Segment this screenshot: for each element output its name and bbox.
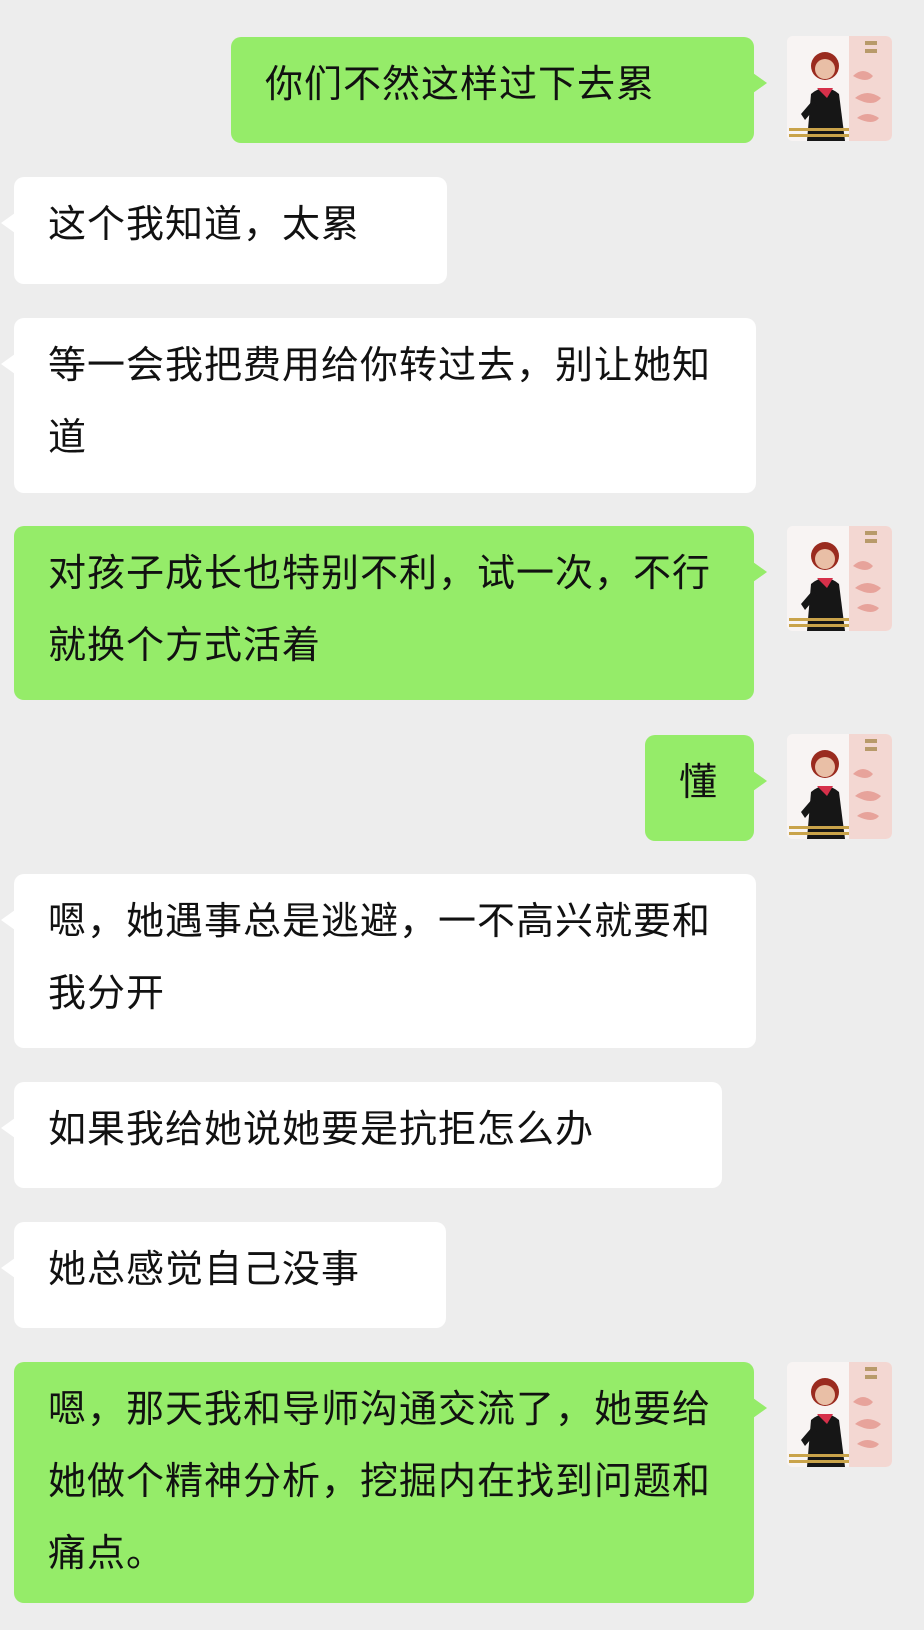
- message-bubble-received[interactable]: 这个我知道，太累: [1, 177, 447, 284]
- message-bubble-received[interactable]: 嗯，她遇事总是逃避，一不高兴就要和我分开: [1, 874, 756, 1048]
- user-avatar[interactable]: [787, 526, 892, 631]
- avatar-photo-icon: [787, 36, 892, 141]
- message-bubble-sent[interactable]: 对孩子成长也特别不利，试一次，不行就换个方式活着: [14, 526, 767, 700]
- avatar-photo-icon: [787, 526, 892, 631]
- avatar-photo-icon: [787, 734, 892, 839]
- avatar-photo-icon: [787, 1362, 892, 1467]
- message-bubble-received[interactable]: 等一会我把费用给你转过去，别让她知道: [1, 318, 756, 493]
- message-bubble-received[interactable]: 她总感觉自己没事: [1, 1222, 446, 1328]
- message-bubble-sent[interactable]: 懂: [645, 735, 767, 841]
- user-avatar[interactable]: [787, 734, 892, 839]
- message-bubble-received[interactable]: 如果我给她说她要是抗拒怎么办: [1, 1082, 722, 1188]
- message-bubble-sent[interactable]: 嗯，那天我和导师沟通交流了，她要给她做个精神分析，挖掘内在找到问题和痛点。: [14, 1362, 767, 1603]
- message-bubble-sent[interactable]: 你们不然这样过下去累: [231, 37, 767, 143]
- user-avatar[interactable]: [787, 1362, 892, 1467]
- user-avatar[interactable]: [787, 36, 892, 141]
